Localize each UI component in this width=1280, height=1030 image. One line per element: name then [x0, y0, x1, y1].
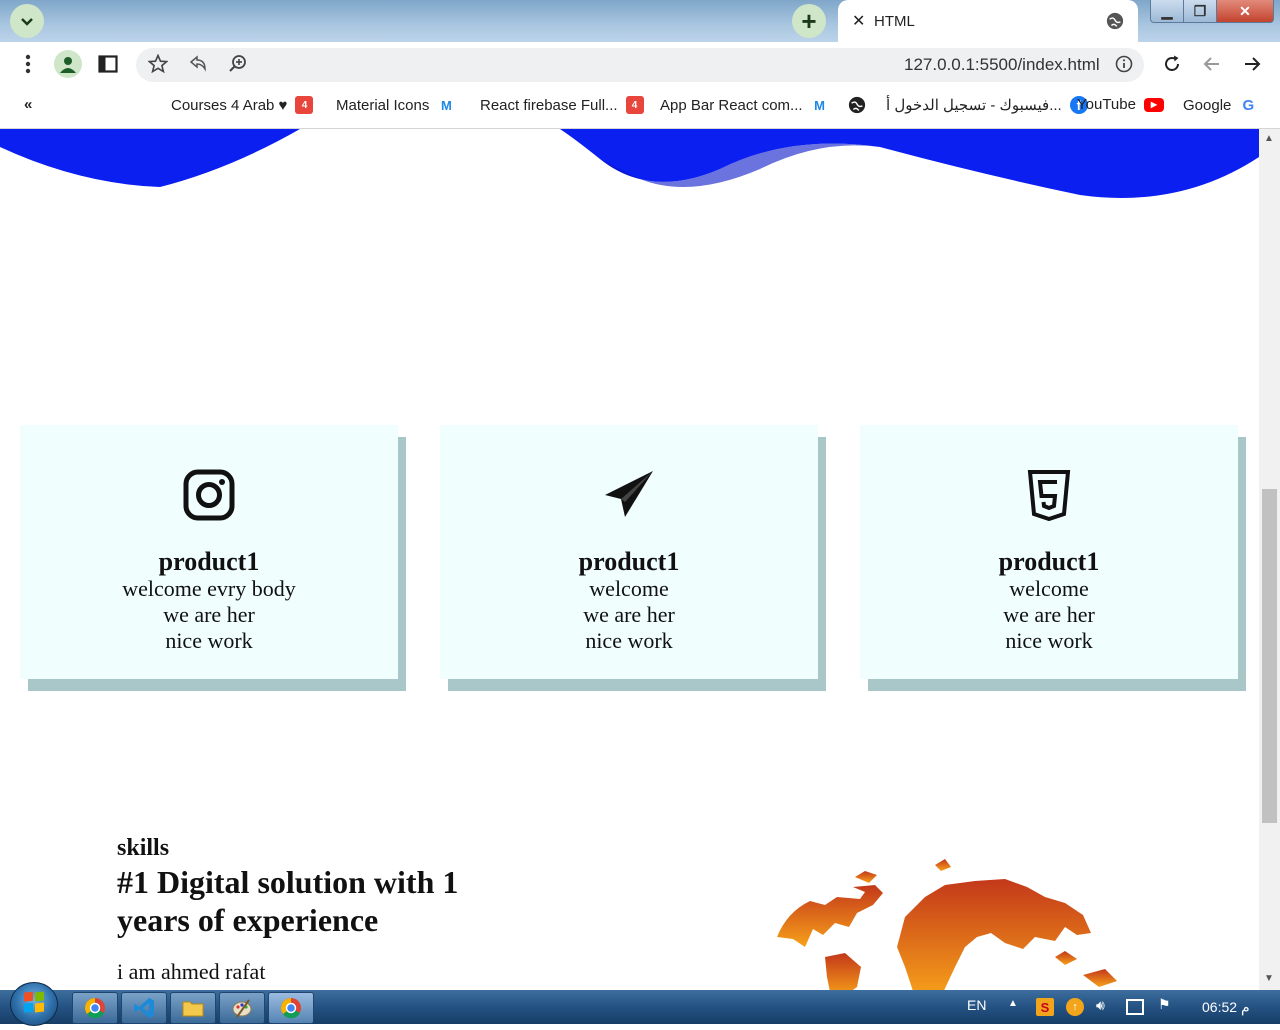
volume-icon[interactable]: 🔊︎: [1096, 997, 1105, 1014]
globe-icon: [848, 96, 866, 114]
page-viewport: product1 welcome evry body we are her ni…: [0, 129, 1259, 990]
menu-dots-icon[interactable]: [16, 52, 40, 76]
paper-plane-icon: [605, 471, 653, 517]
bookmark-youtube[interactable]: YouTube ▶: [1077, 96, 1164, 113]
new-tab-button[interactable]: +: [792, 4, 826, 38]
taskbar-explorer-app[interactable]: [170, 992, 216, 1024]
product-card: product1 welcome we are her nice work: [440, 425, 818, 679]
windows-logo-icon: [24, 991, 44, 1013]
chrome-icon: [85, 998, 105, 1019]
reload-icon[interactable]: [1160, 52, 1184, 76]
language-indicator[interactable]: EN: [967, 997, 986, 1013]
close-tab-icon[interactable]: ✕: [852, 11, 866, 31]
card-title: product1: [158, 547, 260, 576]
card-line: nice work: [585, 628, 673, 653]
tray-app-s-icon[interactable]: S: [1036, 998, 1054, 1016]
star-bookmark-icon[interactable]: [146, 52, 170, 76]
taskbar-chrome-active-app[interactable]: [268, 992, 314, 1024]
courses4arab-icon: 4: [625, 96, 644, 114]
zoom-icon[interactable]: [226, 52, 250, 76]
bookmark-label: YouTube: [1077, 96, 1136, 113]
bookmark-material-icons[interactable]: Material Icons M: [336, 96, 455, 114]
chevron-down-icon: [21, 18, 33, 26]
back-arrow-icon[interactable]: [1200, 52, 1224, 76]
product-card: product1 welcome we are her nice work: [860, 425, 1238, 679]
bookmark-google[interactable]: Google G: [1183, 96, 1257, 114]
scrollbar-thumb[interactable]: [1262, 489, 1277, 823]
card-line: we are her: [163, 602, 255, 627]
update-arrow-icon[interactable]: ↑: [1066, 998, 1084, 1016]
skills-text: i am ahmed rafat: [117, 959, 266, 984]
bookmark-label: فيسبوك - تسجيل الدخول أ...: [886, 97, 1062, 114]
maximize-button[interactable]: ❐: [1183, 0, 1217, 23]
mui-logo-icon: M: [814, 97, 825, 113]
skills-heading: #1 Digital solution with 1 years of expe…: [117, 864, 459, 938]
bookmark-facebook[interactable]: فيسبوك - تسجيل الدخول أ... f: [848, 96, 1088, 114]
html5-icon: [1027, 470, 1071, 522]
close-window-button[interactable]: ✕: [1216, 0, 1274, 23]
youtube-icon: ▶: [1143, 97, 1164, 112]
vertical-scrollbar[interactable]: ▲ ▼: [1259, 129, 1280, 990]
globe-icon: [1106, 12, 1124, 30]
start-button[interactable]: [10, 982, 58, 1026]
browser-tab[interactable]: ✕ HTML: [838, 0, 1138, 42]
share-icon[interactable]: [186, 52, 210, 76]
clock[interactable]: 06:52 م: [1202, 999, 1250, 1016]
blue-wave-banner: [0, 129, 1259, 198]
bookmark-label: Material Icons: [336, 96, 430, 114]
folder-icon: [182, 1001, 204, 1017]
url-text[interactable]: 127.0.0.1:5500/index.html: [904, 55, 1100, 75]
scroll-down-arrow-icon[interactable]: ▼: [1264, 973, 1274, 984]
bookmark-label: React firebase Full...: [480, 96, 618, 114]
side-panel-icon[interactable]: [96, 52, 120, 76]
site-info-icon[interactable]: [1112, 52, 1136, 76]
card-line: nice work: [1005, 628, 1093, 653]
card-line: nice work: [165, 628, 253, 653]
taskbar-vscode-app[interactable]: [121, 992, 167, 1024]
taskbar-chrome-app[interactable]: [72, 992, 118, 1024]
forward-arrow-icon[interactable]: [1240, 52, 1264, 76]
profile-avatar-icon[interactable]: [54, 50, 82, 78]
card-line: welcome: [589, 576, 669, 601]
tab-title: HTML: [874, 12, 915, 30]
bookmarks-overflow-button[interactable]: «: [24, 96, 32, 113]
world-globe-image: [777, 859, 1117, 990]
scroll-up-arrow-icon[interactable]: ▲: [1264, 133, 1274, 144]
bookmark-courses4arab[interactable]: Courses 4 Arab ♥ 4: [171, 96, 314, 114]
google-icon: G: [1242, 96, 1255, 114]
action-center-flag-icon[interactable]: ⚑: [1158, 996, 1171, 1013]
vscode-icon: [134, 998, 154, 1018]
bookmark-label: Google: [1183, 96, 1232, 114]
show-hidden-icons-icon[interactable]: ▲: [1008, 998, 1018, 1009]
card-line: we are her: [1003, 602, 1095, 627]
product-card: product1 welcome evry body we are her ni…: [20, 425, 398, 679]
bookmark-label: Courses 4 Arab ♥: [171, 96, 288, 114]
tab-search-button[interactable]: [10, 4, 44, 38]
network-icon[interactable]: [1126, 999, 1144, 1015]
card-title: product1: [998, 547, 1100, 576]
taskbar-paint-app[interactable]: [219, 992, 265, 1024]
card-line: we are her: [583, 602, 675, 627]
bookmark-react-firebase[interactable]: React firebase Full... 4: [480, 96, 644, 114]
paint-palette-icon: [232, 999, 252, 1018]
skills-label: skills: [117, 835, 170, 861]
instagram-icon: [183, 469, 235, 521]
bookmark-label: App Bar React com...: [660, 96, 803, 114]
card-line: welcome: [1009, 576, 1089, 601]
courses4arab-icon: 4: [295, 96, 314, 114]
card-title: product1: [578, 547, 680, 576]
card-line: welcome evry body: [122, 576, 296, 601]
bookmark-app-bar-react[interactable]: App Bar React com... M: [660, 96, 829, 114]
mui-logo-icon: M: [440, 97, 452, 113]
minimize-button[interactable]: ▁: [1150, 0, 1184, 23]
chrome-icon: [281, 998, 301, 1019]
